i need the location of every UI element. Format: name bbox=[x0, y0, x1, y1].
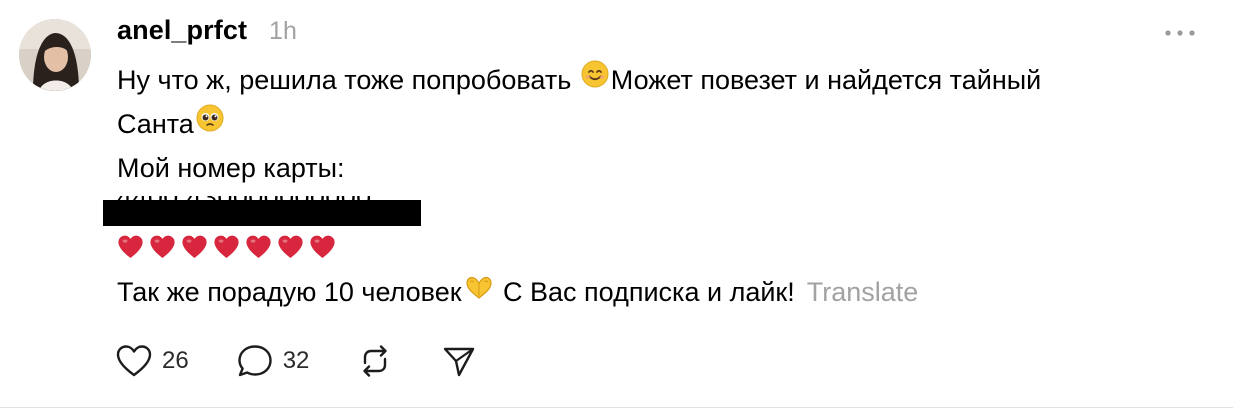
post-header: anel_prfct 1h bbox=[117, 15, 297, 51]
share-button[interactable] bbox=[439, 342, 479, 380]
translate-link[interactable]: Translate bbox=[807, 277, 919, 307]
more-options-button[interactable] bbox=[1162, 26, 1198, 40]
post-text-part: Ну что ж, решила тоже попробовать bbox=[117, 65, 579, 95]
username[interactable]: anel_prfct bbox=[117, 15, 247, 46]
red-heart-emoji bbox=[118, 235, 143, 258]
post-text-part: Может повезет и найдется тайный bbox=[610, 65, 1042, 95]
post-text-part: Санта bbox=[117, 109, 194, 139]
likes-count: 26 bbox=[162, 347, 189, 374]
like-button[interactable]: 26 bbox=[114, 342, 189, 380]
post-actions: 26 32 bbox=[114, 342, 479, 380]
post-line-2: Санта bbox=[117, 102, 1197, 146]
redaction-bar bbox=[103, 200, 421, 226]
avatar[interactable] bbox=[19, 19, 91, 91]
red-heart-emoji bbox=[278, 235, 303, 258]
post-line-3: Мой номер карты: bbox=[117, 153, 345, 183]
post-time: 1h bbox=[269, 17, 297, 45]
pleading-face-emoji bbox=[196, 101, 224, 145]
redacted-card-number: 4400 430000000000 bbox=[103, 196, 421, 226]
divider bbox=[0, 407, 1233, 408]
post-line-5: Так же порадую 10 человек С Вас подписка… bbox=[117, 270, 918, 316]
avatar-photo bbox=[19, 19, 91, 91]
post-body: Ну что ж, решила тоже попробовать Может … bbox=[117, 58, 1197, 190]
post-text-part: Так же порадую 10 человек bbox=[117, 277, 462, 307]
post-text-part: С Вас подписка и лайк! bbox=[495, 277, 795, 307]
red-heart-emoji bbox=[214, 235, 239, 258]
reply-button[interactable]: 32 bbox=[235, 342, 310, 380]
red-heart-emoji bbox=[246, 235, 271, 258]
replies-count: 32 bbox=[282, 347, 310, 374]
red-heart-emoji bbox=[310, 235, 335, 258]
smiling-face-emoji bbox=[581, 57, 609, 101]
repost-button[interactable] bbox=[355, 342, 395, 380]
heart-hands-emoji bbox=[464, 269, 494, 313]
comment-icon bbox=[238, 345, 272, 377]
red-heart-emoji bbox=[150, 235, 175, 258]
repost-icon bbox=[363, 345, 388, 377]
send-icon bbox=[444, 347, 475, 377]
more-icon bbox=[1165, 30, 1195, 36]
post-line-1: Ну что ж, решила тоже попробовать Может … bbox=[117, 58, 1197, 102]
heart-outline-icon bbox=[116, 345, 152, 377]
hearts-row bbox=[116, 232, 337, 264]
red-heart-emoji bbox=[182, 235, 207, 258]
